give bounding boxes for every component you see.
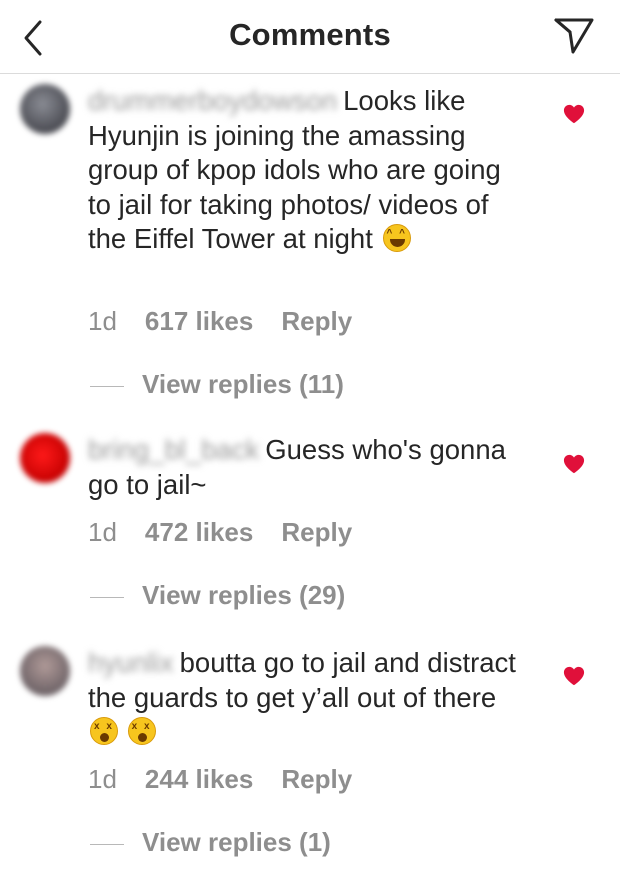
view-replies-label: View replies (29) <box>142 580 346 610</box>
avatar[interactable] <box>20 646 70 696</box>
heart-icon[interactable] <box>563 103 585 125</box>
view-replies-label: View replies (1) <box>142 827 331 857</box>
comment-body: hyunlix boutta go to jail and distract th… <box>88 646 518 750</box>
comment-meta: 1d 617 likes Reply <box>88 306 380 337</box>
likes-link[interactable]: 472 likes <box>145 517 253 548</box>
paper-plane-icon[interactable] <box>552 16 596 56</box>
reply-button[interactable]: Reply <box>281 764 352 795</box>
dizzy-face-emoji-icon: x x <box>127 717 156 746</box>
username[interactable]: bring_bl_back <box>88 433 259 468</box>
comment-time: 1d <box>88 517 117 547</box>
comment-meta: 1d 472 likes Reply <box>88 517 380 548</box>
username[interactable]: hyunlix <box>88 646 174 681</box>
reply-button[interactable]: Reply <box>281 306 352 337</box>
divider-line <box>90 596 124 598</box>
laughing-emoji-icon: ^ ^ <box>382 224 411 253</box>
header: Comments <box>0 0 620 74</box>
avatar[interactable] <box>20 433 70 483</box>
view-replies-button[interactable]: View replies (29) <box>90 580 345 611</box>
likes-link[interactable]: 617 likes <box>145 306 253 337</box>
heart-icon[interactable] <box>563 453 585 475</box>
dizzy-face-emoji-icon: x x <box>90 717 118 746</box>
likes-link[interactable]: 244 likes <box>145 764 253 795</box>
comment-body: drummerboydowson Looks like Hyunjin is jo… <box>88 84 518 257</box>
divider-line <box>90 385 124 387</box>
heart-icon[interactable] <box>563 665 585 687</box>
view-replies-label: View replies (11) <box>142 369 344 399</box>
reply-button[interactable]: Reply <box>281 517 352 548</box>
comment-body: bring_bl_back Guess who's gonna go to jai… <box>88 433 518 502</box>
comment-time: 1d <box>88 764 117 794</box>
page-title: Comments <box>229 17 391 52</box>
view-replies-button[interactable]: View replies (1) <box>90 827 331 858</box>
comment-meta: 1d 244 likes Reply <box>88 764 380 795</box>
comment-time: 1d <box>88 306 117 336</box>
divider-line <box>90 843 124 845</box>
username[interactable]: drummerboydowson <box>88 84 337 119</box>
view-replies-button[interactable]: View replies (11) <box>90 369 344 400</box>
avatar[interactable] <box>20 84 70 134</box>
